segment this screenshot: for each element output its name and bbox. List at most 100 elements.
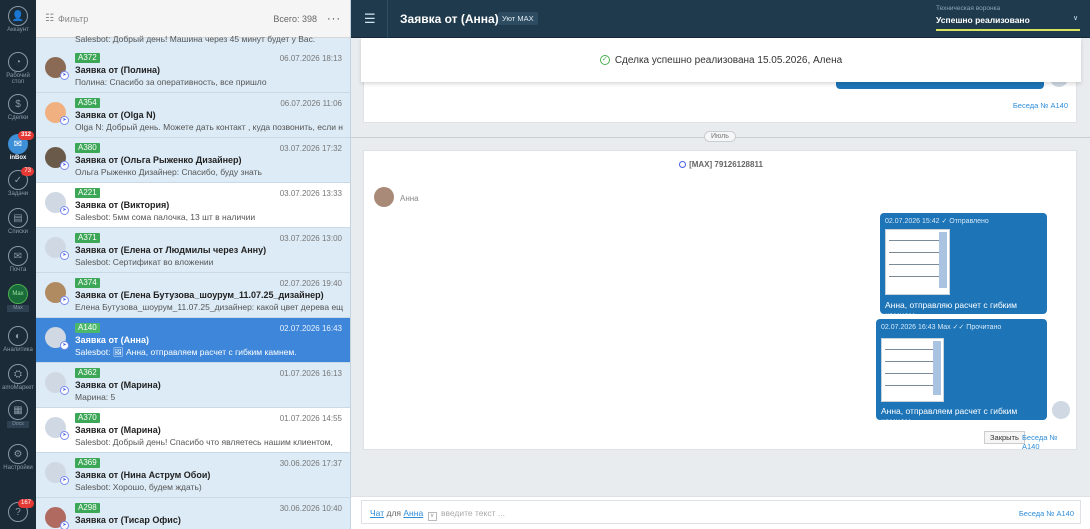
lead-last-message: Salesbot: Хорошо, будем ждать) [75, 482, 202, 492]
conversation-card: [MAX] 79126128811 Анна 02.07.2026 15:42 … [363, 150, 1077, 451]
rail-inbox[interactable]: ✉ 312 inBox [0, 131, 36, 161]
rail-label: Рабочий стол [6, 73, 30, 85]
chevron-down-icon[interactable]: ∨ [427, 512, 437, 521]
pipeline-name[interactable]: Техническая воронка [936, 5, 1000, 12]
lead-date: 03.07.2026 17:32 [279, 144, 342, 153]
conversation-link[interactable]: Беседа № A140 [1022, 433, 1076, 451]
lead-date: 06.07.2026 18:13 [279, 54, 342, 63]
lead-title[interactable]: Заявка от (Анна) [400, 12, 499, 26]
lead-last-message: Елена Бутузова_шоурум_11.07.25_дизайнер:… [75, 302, 343, 312]
message-composer: Чат для Анна ∨ введите текст ... Беседа … [351, 496, 1090, 529]
contact-name[interactable]: Анна [400, 194, 419, 203]
lead-last-message: Полина: Спасибо за оперативность, все пр… [75, 77, 267, 87]
messenger-icon: ➤ [60, 161, 69, 170]
lead-list-item[interactable]: ➤ A298 30.06.2026 10:40 Заявка от (Тисар Оф… [36, 498, 350, 529]
conversation-link[interactable]: Беседа № A140 [1019, 509, 1074, 518]
lead-list-item[interactable]: ➤ A374 02.07.2026 19:40 Заявка от (Елена Бу… [36, 273, 350, 318]
lead-list-item[interactable]: ➤ A140 02.07.2026 16:43 Заявка от (Анна) Sal… [36, 318, 350, 363]
rail-tasks[interactable]: ✓ 73 Задачи [0, 167, 36, 197]
close-button[interactable]: Закрыть [984, 431, 1025, 444]
lead-list-item[interactable]: ➤ A380 03.07.2026 17:32 Заявка от (Ольга Ры… [36, 138, 350, 183]
rail-label: Сделки [7, 115, 29, 121]
rail-mail[interactable]: ✉ Почта [0, 246, 36, 273]
filter-button[interactable]: Фильтр [58, 14, 88, 24]
message-placeholder: введите текст ... [440, 508, 505, 518]
message-input[interactable]: Чат для Анна ∨ введите текст ... Беседа … [361, 500, 1081, 524]
lead-list-item[interactable]: ➤ A221 03.07.2026 13:33 Заявка от (Виктория… [36, 183, 350, 228]
lead-title: Заявка от (Марина) [75, 380, 161, 390]
lead-date: 03.07.2026 13:33 [279, 189, 342, 198]
mail-icon: ✉ [8, 246, 28, 266]
lead-title: Заявка от (Тисар Офис) [75, 515, 181, 525]
lead-title: Заявка от (Елена Бутузова_шоурум_11.07.2… [75, 290, 324, 300]
messenger-icon: ➤ [60, 476, 69, 485]
lead-list-item[interactable]: ➤ A362 01.07.2026 16:13 Заявка от (Марина) М… [36, 363, 350, 408]
rail-label: Аккаунт [7, 27, 29, 33]
lead-last-message: Olga N: Добрый день. Можете дать контакт… [75, 122, 343, 132]
rail-docs[interactable]: ▦ Docs [0, 400, 36, 428]
lead-id-tag: A371 [75, 233, 100, 243]
lead-id-tag: A374 [75, 278, 100, 288]
menu-icon[interactable]: ☰ [364, 11, 376, 27]
lead-last-message: Salesbot: Сертификат во вложении [75, 257, 214, 267]
message-meta: 02.07.2026 15:42 ✓ Отправлено [885, 218, 989, 225]
rail-deals[interactable]: $ Сделки [0, 94, 36, 121]
lead-title: Заявка от (Виктория) [75, 200, 170, 210]
pie-chart-icon: ◐ [8, 326, 28, 346]
lead-id-tag: A372 [75, 53, 100, 63]
attachment-thumbnail[interactable] [885, 229, 950, 295]
more-options-icon[interactable]: ··· [327, 13, 341, 25]
attachment-thumbnail[interactable] [881, 338, 944, 402]
filter-icon[interactable]: ☷ [45, 13, 54, 24]
rail-analytics[interactable]: ◐ Аналитика [0, 326, 36, 353]
lead-list: ☷ Фильтр Всего: 398 ··· Salesbot: Добрый… [36, 0, 351, 529]
lead-title: Заявка от (Ольга Рыженко Дизайнер) [75, 155, 242, 165]
rail-desktop[interactable]: ◔ Рабочий стол [0, 52, 36, 85]
month-label: Июль [704, 131, 736, 142]
rail-help[interactable]: ? 167 [0, 499, 36, 523]
rail-settings[interactable]: ⚙ Настройки [0, 444, 36, 471]
chat-type-link[interactable]: Чат [370, 508, 384, 518]
lead-list-item[interactable]: ➤ A372 06.07.2026 18:13 Заявка от (Полина) П… [36, 48, 350, 93]
rail-account[interactable]: 👤 Аккаунт [0, 6, 36, 33]
lead-last-message: Ольга Рыженко Дизайнер: Спасибо, буду зн… [75, 167, 262, 177]
inbox-count-badge: 312 [17, 131, 34, 140]
list-header: ☷ Фильтр Всего: 398 ··· [36, 0, 350, 38]
lead-date: 01.07.2026 14:55 [279, 414, 342, 423]
lead-date: 30.06.2026 10:40 [279, 504, 342, 513]
rail-amo-market[interactable]: ⛭ amoМаркет [0, 364, 36, 391]
messenger-icon: ➤ [60, 206, 69, 215]
lead-list-item[interactable]: ➤ A371 03.07.2026 13:00 Заявка от (Елена от… [36, 228, 350, 273]
gear-icon: ⚙ [8, 444, 28, 464]
nav-rail: 👤 Аккаунт ◔ Рабочий стол $ Сделки ✉ 312 … [0, 0, 36, 529]
lead-date: 06.07.2026 11:06 [280, 99, 342, 108]
lead-id-tag: A221 [75, 188, 100, 198]
chevron-down-icon[interactable]: ∨ [1073, 14, 1078, 22]
conversation-link[interactable]: Беседа № A140 [1013, 101, 1068, 110]
lead-last-message: Salesbot: 5мм сома палочка, 13 шт в нали… [75, 212, 256, 222]
message-text: Анна, отправляем расчет с гибким камнем. [881, 406, 1018, 426]
message-bubble: 02.07.2026 15:42 ✓ Отправлено Анна, отпр… [880, 213, 1047, 320]
list-icon: ▤ [8, 208, 28, 228]
lead-list-item[interactable]: ➤ A369 30.06.2026 17:37 Заявка от (Нина Аст… [36, 453, 350, 498]
contact-avatar [374, 187, 394, 207]
lead-id-tag: A298 [75, 503, 100, 513]
lead-id-tag: A380 [75, 143, 100, 153]
bot-avatar [1052, 401, 1070, 419]
lead-date: 01.07.2026 16:13 [279, 369, 342, 378]
source-badge: Уют MAX [498, 12, 538, 25]
rail-max[interactable]: Max Max [0, 284, 36, 312]
lead-list-item[interactable]: ➤ A370 01.07.2026 14:55 Заявка от (Марина) S… [36, 408, 350, 453]
lead-id-tag: A362 [75, 368, 100, 378]
lead-title: Заявка от (Полина) [75, 65, 161, 75]
lead-list-item[interactable]: ➤ A354 06.07.2026 11:06 Заявка от (Olga N) O… [36, 93, 350, 138]
rail-lists[interactable]: ▤ Списки [0, 208, 36, 235]
deal-status-notice: ✓ Сделка успешно реализована 15.05.2026,… [361, 38, 1081, 82]
recipient-link[interactable]: Анна [403, 508, 423, 518]
messenger-icon: ➤ [60, 251, 69, 260]
stage-select[interactable]: Успешно реализовано [936, 15, 1030, 25]
list-item-partial[interactable]: Salesbot: Добрый день! Машина через 45 м… [75, 34, 315, 44]
lead-title: Заявка от (Olga N) [75, 110, 156, 120]
message-bubble: 02.07.2026 16:43 Max ✓✓ Прочитано Анна, … [876, 319, 1047, 426]
messenger-icon: ➤ [60, 386, 69, 395]
